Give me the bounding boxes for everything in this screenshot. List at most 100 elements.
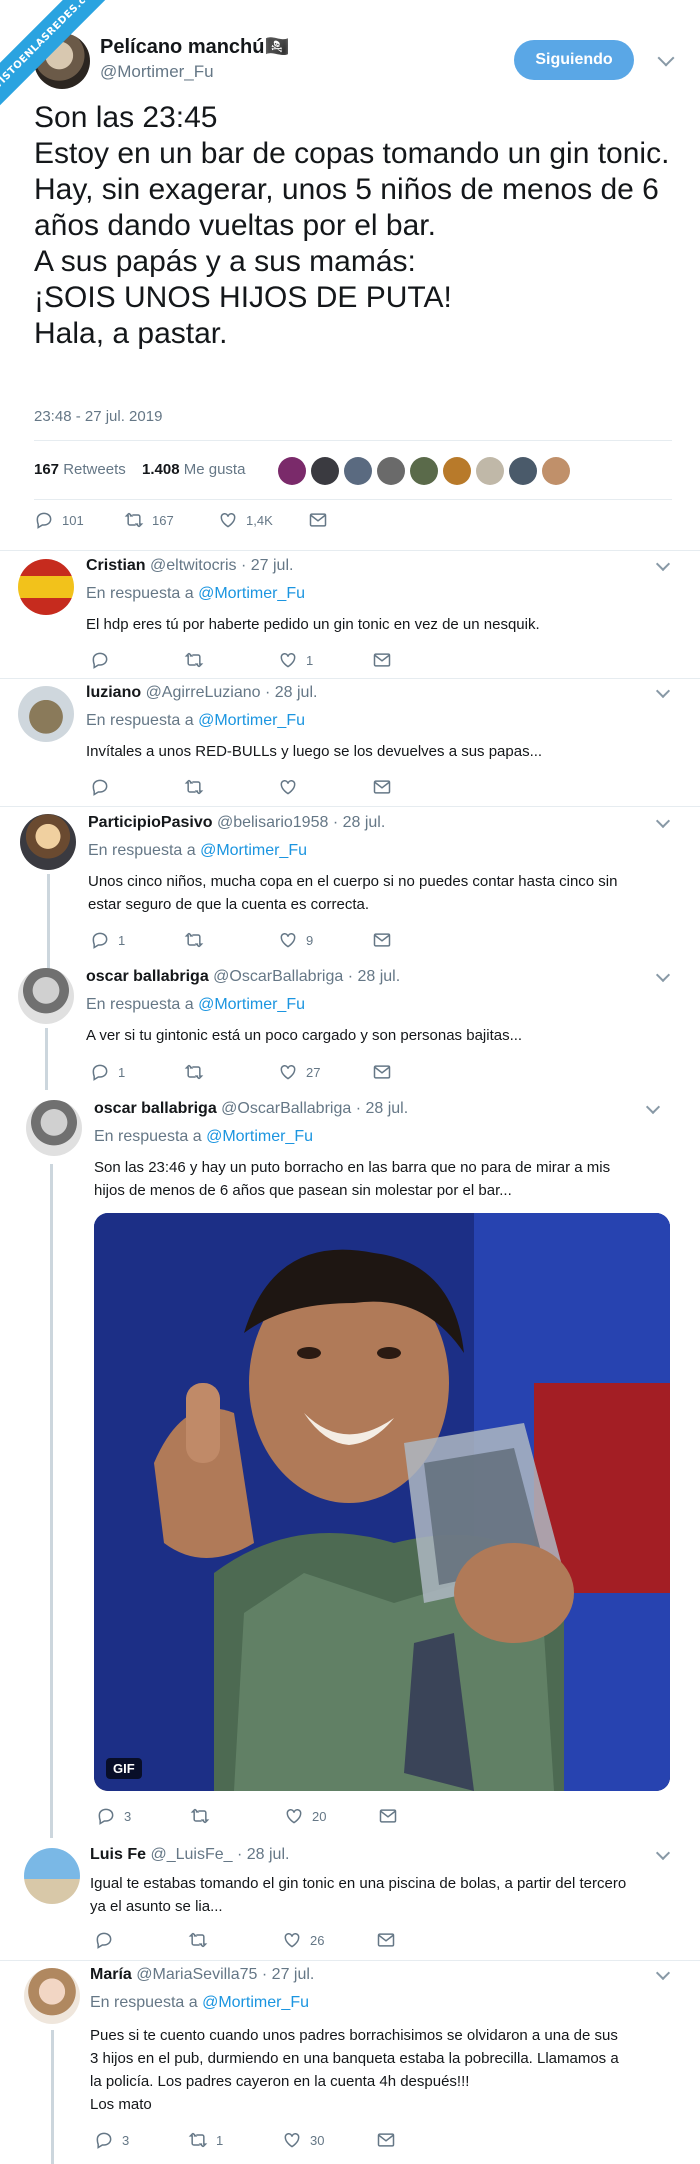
reply-text: A ver si tu gintonic está un poco cargad…	[86, 1027, 523, 1044]
heart-icon	[218, 510, 238, 530]
reply-actions: 26	[94, 1930, 424, 1952]
like-button[interactable]: 9	[278, 930, 313, 950]
avatar[interactable]	[24, 1968, 80, 2024]
like-button[interactable]: 1	[278, 650, 313, 670]
avatar[interactable]	[18, 968, 74, 1024]
mention-link[interactable]: @Mortimer_Fu	[198, 996, 305, 1013]
avatar[interactable]	[509, 457, 537, 485]
retweets-stat[interactable]: 167 Retweets	[34, 461, 126, 478]
reply-button[interactable]	[90, 650, 118, 670]
reply-button[interactable]	[90, 777, 118, 797]
mention-link[interactable]: @Mortimer_Fu	[202, 1994, 309, 2011]
reply-button[interactable]: 1	[90, 930, 125, 950]
message-button[interactable]	[372, 777, 392, 797]
chevron-down-icon[interactable]	[655, 683, 671, 699]
gif-badge: GIF	[106, 1758, 142, 1779]
retweet-icon	[124, 510, 144, 530]
reply-button[interactable]: 101	[34, 510, 84, 530]
avatar[interactable]	[344, 457, 372, 485]
reply-button[interactable]: 1	[90, 1062, 125, 1082]
message-button[interactable]	[308, 510, 328, 530]
reply-author[interactable]: luziano @AgirreLuziano · 28 jul.	[86, 684, 317, 702]
reply-button[interactable]: 3	[96, 1806, 131, 1826]
avatar[interactable]	[24, 1848, 80, 1904]
like-button[interactable]: 30	[282, 2130, 324, 2150]
chevron-down-icon[interactable]	[655, 556, 671, 572]
divider	[0, 550, 700, 551]
avatar[interactable]	[18, 686, 74, 742]
mention-link[interactable]: @Mortimer_Fu	[200, 842, 307, 859]
reply-author[interactable]: ParticipioPasivo @belisario1958 · 28 jul…	[88, 814, 385, 832]
avatar[interactable]	[18, 559, 74, 615]
reply-author[interactable]: Luis Fe @_LuisFe_ · 28 jul.	[90, 1846, 289, 1864]
like-button[interactable]: 20	[284, 1806, 326, 1826]
mention-link[interactable]: @Mortimer_Fu	[198, 585, 305, 602]
envelope-icon	[308, 510, 328, 530]
mention-link[interactable]: @Mortimer_Fu	[206, 1128, 313, 1145]
reply-author[interactable]: oscar ballabriga @OscarBallabriga · 28 j…	[86, 968, 400, 986]
likes-stat[interactable]: 1.408 Me gusta	[142, 461, 245, 478]
thread-line	[45, 1028, 48, 1090]
reply-author[interactable]: María @MariaSevilla75 · 27 jul.	[90, 1966, 314, 1984]
avatar[interactable]	[377, 457, 405, 485]
retweet-icon	[190, 1806, 210, 1826]
like-button[interactable]: 1,4K	[218, 510, 273, 530]
like-button[interactable]: 27	[278, 1062, 320, 1082]
reply-icon	[94, 1930, 114, 1950]
mention-link[interactable]: @Mortimer_Fu	[198, 712, 305, 729]
heart-icon	[278, 777, 298, 797]
reply-button[interactable]	[94, 1930, 122, 1950]
retweet-button[interactable]	[184, 930, 212, 950]
message-button[interactable]	[372, 930, 392, 950]
reply-actions: 1	[90, 650, 420, 672]
tweet-timestamp[interactable]: 23:48 - 27 jul. 2019	[34, 408, 162, 425]
in-reply-to: En respuesta a @Mortimer_Fu	[86, 585, 305, 602]
avatar[interactable]	[26, 1100, 82, 1156]
in-reply-to: En respuesta a @Mortimer_Fu	[86, 996, 305, 1013]
reply-author[interactable]: oscar ballabriga @OscarBallabriga · 28 j…	[94, 1100, 408, 1118]
retweet-button[interactable]: 167	[124, 510, 174, 530]
avatar[interactable]	[476, 457, 504, 485]
avatar[interactable]	[20, 814, 76, 870]
retweet-button[interactable]	[184, 1062, 212, 1082]
reply-text: Pues si te cuento cuando unos padres bor…	[90, 2027, 619, 2113]
retweet-button[interactable]	[188, 1930, 216, 1950]
retweet-button[interactable]: 1	[188, 2130, 223, 2150]
reply-text: Son las 23:46 y hay un puto borracho en …	[94, 1159, 611, 1199]
message-button[interactable]	[372, 1062, 392, 1082]
retweet-button[interactable]	[184, 777, 212, 797]
reply-text: Unos cinco niños, mucha copa en el cuerp…	[88, 873, 618, 913]
chevron-down-icon[interactable]	[655, 1845, 671, 1861]
avatar[interactable]	[410, 457, 438, 485]
reply-author[interactable]: Cristian @eltwitocris · 27 jul.	[86, 557, 293, 575]
retweet-button[interactable]	[190, 1806, 218, 1826]
heart-icon	[278, 650, 298, 670]
chevron-down-icon[interactable]	[655, 967, 671, 983]
heart-icon	[278, 1062, 298, 1082]
reply-icon	[96, 1806, 116, 1826]
retweet-icon	[184, 1062, 204, 1082]
author-handle[interactable]: @Mortimer_Fu	[100, 62, 214, 82]
message-button[interactable]	[372, 650, 392, 670]
avatar[interactable]	[278, 457, 306, 485]
chevron-down-icon[interactable]	[645, 1099, 661, 1115]
reply-button[interactable]: 3	[94, 2130, 129, 2150]
divider	[0, 678, 700, 679]
chevron-down-icon[interactable]	[655, 813, 671, 829]
avatar[interactable]	[542, 457, 570, 485]
avatar[interactable]	[443, 457, 471, 485]
gif-media[interactable]: GIF	[94, 1213, 670, 1791]
avatar[interactable]	[311, 457, 339, 485]
like-button[interactable]	[278, 777, 306, 797]
in-reply-to: En respuesta a @Mortimer_Fu	[90, 1994, 309, 2011]
thread-line	[50, 1164, 53, 1838]
following-button[interactable]: Siguiendo	[514, 40, 634, 80]
chevron-down-icon[interactable]	[657, 49, 675, 67]
chevron-down-icon[interactable]	[655, 1965, 671, 1981]
retweet-button[interactable]	[184, 650, 212, 670]
message-button[interactable]	[376, 2130, 396, 2150]
author-name[interactable]: Pelícano manchú🏴‍☠️	[100, 34, 289, 59]
like-button[interactable]: 26	[282, 1930, 324, 1950]
message-button[interactable]	[378, 1806, 398, 1826]
message-button[interactable]	[376, 1930, 396, 1950]
